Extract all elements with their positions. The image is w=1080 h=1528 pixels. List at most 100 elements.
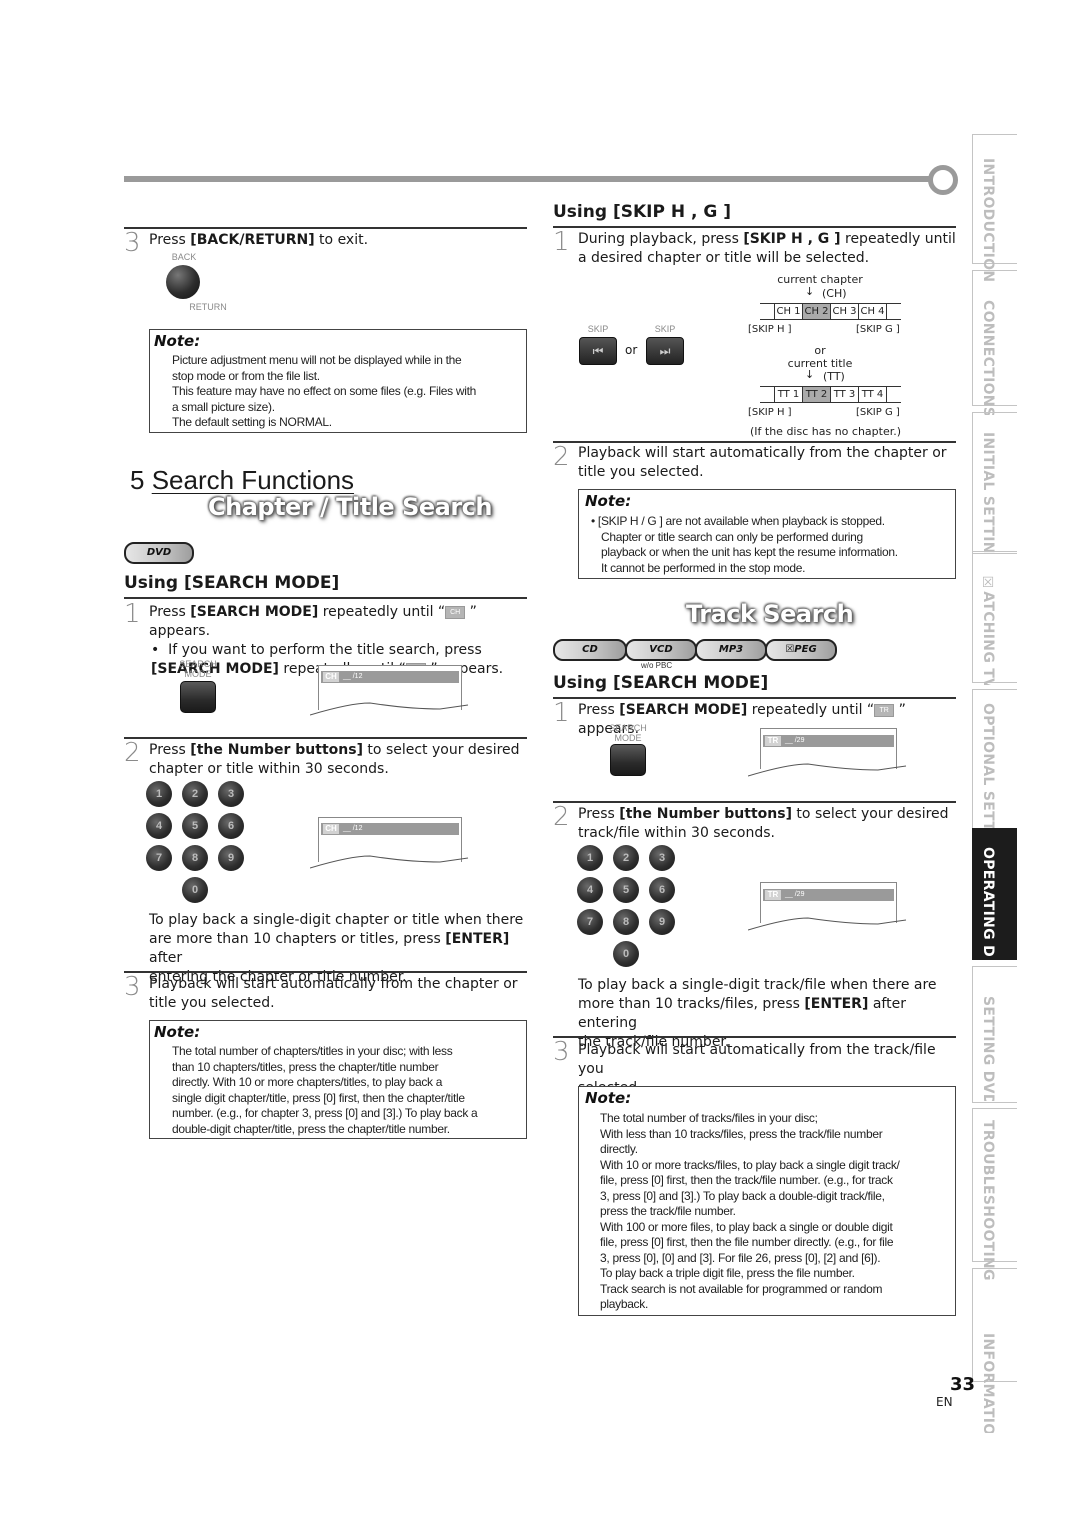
number-key-2: 2 (182, 781, 208, 807)
text: repeatedly until “ (747, 702, 875, 718)
title-cell-current: TT 2 (802, 387, 830, 402)
divider (124, 597, 527, 599)
text: Playback will start automatically from t… (149, 976, 518, 992)
number-key-2: 2 (613, 845, 639, 871)
label-line: MODE (614, 733, 642, 743)
number-key-8: 8 (613, 909, 639, 935)
label-line: MODE (184, 669, 212, 679)
text: Playback will start automatically from t… (578, 1042, 936, 1077)
side-tab-label: INITIAL SETTING (980, 432, 996, 554)
track-search-heading: Track Search (686, 600, 854, 628)
osd-value: __ /12 (343, 673, 363, 680)
step-text: Press [the Number buttons] to select you… (149, 741, 529, 779)
note-line: Track search is not available for progra… (600, 1281, 883, 1296)
text: Press (149, 742, 191, 758)
text: Press (149, 604, 191, 620)
number-key-4: 4 (577, 877, 603, 903)
osd-tag: CH (323, 824, 339, 834)
number-key-7: 7 (577, 909, 603, 935)
strip-pad (887, 387, 901, 402)
vcd-note: w/o PBC (641, 661, 673, 670)
note-body: • [SKIP H / G ] are not available when p… (591, 514, 953, 576)
text: are more than 10 chapters or titles, pre… (149, 931, 446, 947)
bullet: • (151, 642, 160, 658)
title-cell: TT 4 (858, 387, 887, 402)
side-tab-label: INTRODUCTION (980, 158, 996, 283)
number-key-3: 3 (649, 845, 675, 871)
search-mode-button-icon (610, 744, 646, 776)
skip-label: SKIP (654, 324, 676, 334)
label-line: SEARCH (179, 659, 217, 669)
search-mode-button-icon (180, 681, 216, 713)
step-text: Press [the Number buttons] to select you… (578, 805, 958, 843)
note-line: file, press [0] first, then the track/fi… (600, 1173, 893, 1187)
button-ref: [BACK/RETURN] (190, 232, 315, 248)
chapter-cell: CH 4 (858, 304, 887, 319)
skip-prev-label: [SKIP H ] (748, 407, 792, 418)
side-tab-label: OPTIONAL SETTI (980, 703, 996, 828)
button-ref: [the Number buttons] (190, 742, 363, 758)
note-body: Picture adjustment menu will not be disp… (172, 353, 522, 431)
number-key-9: 9 (218, 845, 244, 871)
section-title: 5 Search Functions (130, 465, 354, 496)
divider (553, 801, 956, 803)
side-tab-label: TROUBLESHOOTING (980, 1120, 996, 1280)
title-cell: TT 3 (830, 387, 858, 402)
disc-badge-vcd: VCD (625, 639, 697, 661)
search-mode-label: SEARCH MODE (606, 723, 650, 743)
no-chapter-footnote: (If the disc has no chapter.) (749, 425, 902, 438)
return-label: RETURN (189, 302, 227, 312)
text: title you selected. (149, 995, 275, 1011)
heading-using-search-mode: Using [SEARCH MODE] (124, 573, 340, 593)
skip-prev-label: [SKIP H ] (748, 324, 792, 335)
note-line: directly. With 10 or more chapters/title… (172, 1075, 443, 1089)
torn-edge (748, 917, 907, 931)
side-tab-label: SETTING DVD (980, 996, 996, 1101)
tr-indicator-icon: TR (874, 703, 895, 717)
note-box: Note: Picture adjustment menu will not b… (149, 329, 527, 433)
note-title: Note: (585, 492, 632, 510)
or-label: or (814, 344, 826, 357)
divider (124, 971, 527, 973)
chapter-cell: CH 1 (774, 304, 802, 319)
note-line: than 10 chapters/titles, press the chapt… (172, 1059, 439, 1074)
text: after (149, 950, 183, 966)
osd-bar: TR __ /29 (763, 735, 894, 747)
heading-using-search-mode: Using [SEARCH MODE] (553, 673, 769, 693)
step-number: 2 (553, 802, 570, 832)
text: a desired chapter or title will be selec… (578, 250, 870, 266)
disc-badge-mp3: MP3 (695, 639, 767, 661)
divider (124, 227, 527, 229)
note-line: It cannot be performed in the stop mode. (601, 560, 806, 575)
torn-edge (748, 763, 907, 777)
note-line: playback. (600, 1297, 648, 1311)
osd-bar: CH __ /12 (321, 823, 459, 835)
step-text: Press [BACK/RETURN] to exit. (149, 231, 368, 250)
note-line: file, press [0] first, then the file num… (600, 1235, 894, 1249)
note-box: Note: • [SKIP H / G ] are not available … (578, 489, 956, 579)
step-number: 1 (553, 698, 570, 728)
note-line: The total number of tracks/files in your… (600, 1111, 818, 1125)
step-text: During playback, press [SKIP H , G ] rep… (578, 230, 958, 268)
tt-abbr: (TT) (823, 370, 845, 383)
side-tab-label: ☒ATCHING TV (980, 575, 996, 685)
side-tab-label: OPERATING D (980, 847, 996, 958)
disc-badge-dvd: DVD (124, 542, 194, 564)
text: To play back a single-digit chapter or t… (149, 912, 524, 928)
text: To play back a single-digit track/file w… (578, 977, 937, 993)
arrow-down-icon: ↓ (805, 285, 815, 298)
note-line: a small picture size). (172, 399, 275, 414)
note-title: Note: (154, 332, 201, 350)
button-ref: H , G ] (786, 231, 841, 247)
text: If you want to perform the title search,… (168, 642, 482, 658)
osd-value: __ /29 (785, 891, 805, 898)
note-line: 3, press [0], [0] and [3]. For file 26, … (600, 1250, 881, 1265)
ch-indicator-icon: CH (445, 605, 466, 619)
search-mode-label: SEARCH MODE (176, 659, 220, 679)
text: Press (578, 806, 620, 822)
step-number: 2 (553, 442, 570, 472)
note-line: playback or when the unit has kept the r… (601, 545, 898, 559)
step-number: 1 (553, 227, 570, 257)
number-key-1: 1 (146, 781, 172, 807)
note-line: double-digit chapter/title, press the ch… (172, 1121, 450, 1136)
